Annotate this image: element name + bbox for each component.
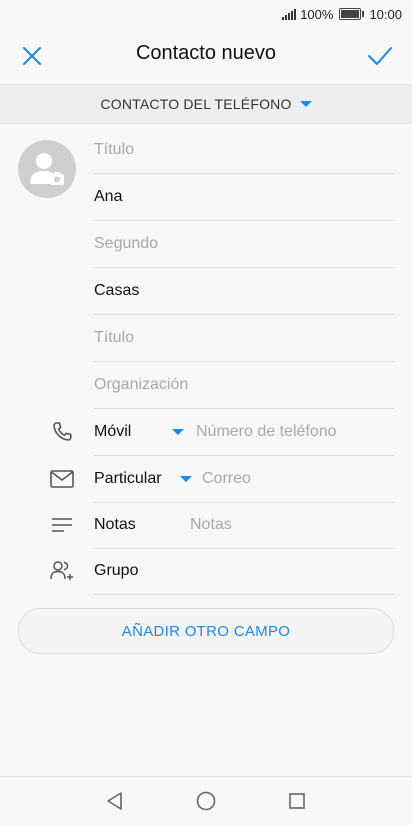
check-icon (368, 47, 392, 65)
back-icon (107, 792, 122, 810)
account-label: CONTACTO DEL TELÉFONO (100, 96, 292, 112)
email-row: Particular Correo (94, 456, 394, 503)
home-icon (196, 791, 216, 811)
battery-icon (339, 8, 365, 20)
notes-input[interactable]: Notas (190, 516, 232, 534)
phone-type-label: Móvil (94, 423, 132, 440)
middle-name-placeholder: Segundo (94, 235, 159, 252)
add-photo-icon (30, 153, 64, 185)
notes-label: Notas (94, 516, 136, 533)
group-icon (48, 557, 76, 585)
first-name-value: Ana (94, 188, 123, 205)
group-label: Grupo (94, 562, 139, 579)
email-type-selector[interactable]: Particular (94, 470, 196, 488)
notes-icon (48, 511, 76, 539)
recents-nav-button[interactable] (285, 789, 309, 813)
status-time: 10:00 (369, 6, 402, 22)
email-icon (48, 465, 76, 493)
middle-name-field[interactable]: Segundo (94, 221, 394, 268)
account-selector[interactable]: CONTACTO DEL TELÉFONO (0, 84, 412, 124)
email-input[interactable]: Correo (202, 470, 251, 488)
page-title: Contacto nuevo (135, 42, 277, 64)
add-field-label: AÑADIR OTRO CAMPO (121, 622, 291, 640)
battery-percentage: 100% (300, 6, 334, 22)
contact-photo-button[interactable] (18, 140, 76, 198)
save-button[interactable] (362, 38, 398, 74)
add-field-button[interactable]: AÑADIR OTRO CAMPO (18, 608, 394, 654)
home-nav-button[interactable] (194, 789, 218, 813)
phone-type-selector[interactable]: Móvil (94, 423, 190, 441)
email-type-label: Particular (94, 470, 162, 487)
dropdown-arrow-icon (180, 476, 192, 482)
last-name-value: Casas (94, 282, 140, 299)
group-field[interactable]: Grupo (94, 548, 394, 595)
dropdown-arrow-icon (172, 429, 184, 435)
phone-number-input[interactable]: Número de teléfono (196, 423, 337, 441)
phone-row: Móvil Número de teléfono (94, 409, 394, 456)
recents-icon (289, 793, 305, 809)
organization-placeholder: Organización (94, 376, 189, 393)
back-nav-button[interactable] (103, 789, 127, 813)
job-title-field[interactable]: Título (94, 315, 394, 362)
notes-row: Notas Notas (94, 502, 394, 549)
system-nav-bar (0, 776, 412, 825)
app-header: Contacto nuevo (0, 28, 412, 84)
status-bar: 100% 10:00 (0, 0, 412, 28)
prefix-placeholder: Título (94, 141, 135, 158)
dropdown-arrow-icon (299, 101, 312, 107)
status-indicators: 100% 10:00 (282, 6, 402, 22)
phone-icon (48, 418, 76, 446)
last-name-field[interactable]: Casas (94, 268, 394, 315)
job-title-placeholder: Título (94, 329, 135, 346)
first-name-field[interactable]: Ana (94, 174, 394, 221)
signal-icon (282, 8, 297, 20)
prefix-field[interactable]: Título (94, 127, 394, 174)
organization-field[interactable]: Organización (94, 362, 394, 409)
